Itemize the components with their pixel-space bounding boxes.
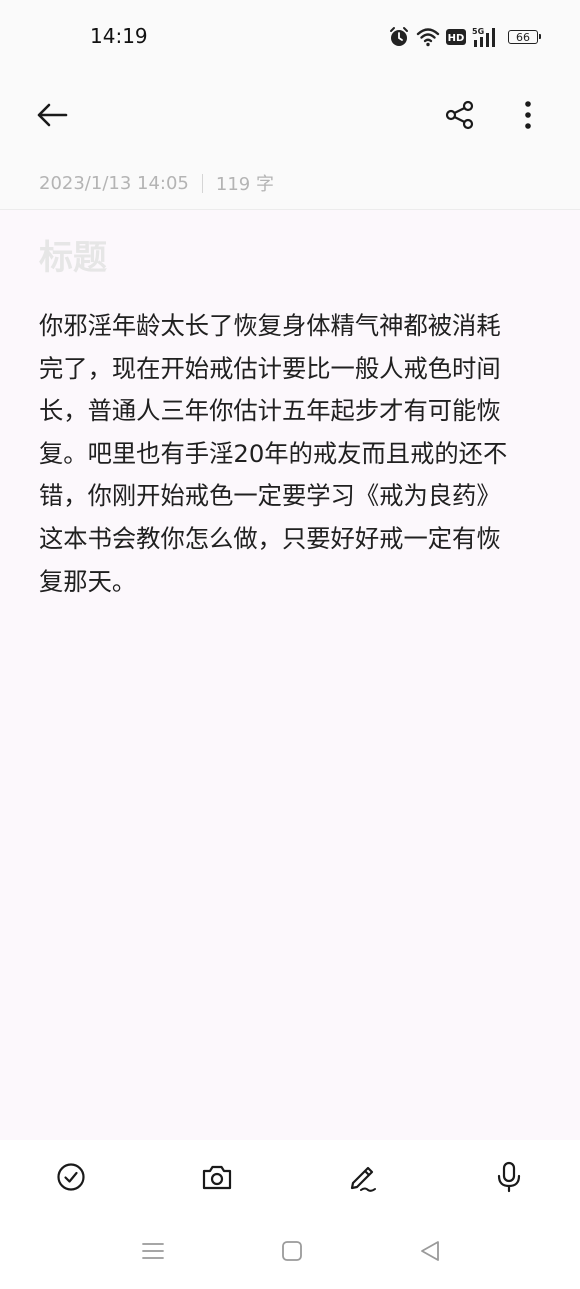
- back-nav-icon: [419, 1240, 441, 1266]
- battery-level: 66: [516, 30, 530, 44]
- back-button[interactable]: [30, 95, 74, 139]
- hd-icon: HD: [446, 29, 466, 45]
- alarm-icon: [388, 26, 410, 48]
- char-count: 119 字: [215, 174, 274, 195]
- back-arrow-icon: [36, 102, 68, 132]
- battery-icon: 66: [508, 30, 541, 44]
- share-button[interactable]: [438, 95, 482, 139]
- status-time: 14:19: [90, 24, 148, 48]
- note-meta: 2023/1/13 14:05 119 字: [39, 170, 274, 196]
- title-input[interactable]: [39, 233, 539, 283]
- network-label: 5G: [472, 27, 484, 36]
- home-button[interactable]: [272, 1233, 312, 1273]
- more-vertical-icon: [523, 100, 533, 134]
- signal-5g-icon: 5G: [472, 26, 498, 48]
- note-body-text[interactable]: 你邪淫年龄太长了恢复身体精气神都被消耗 完了，现在开始戒估计要比一般人戒色时间 …: [39, 305, 537, 603]
- checklist-icon: [56, 1162, 86, 1196]
- menu-nav-icon: [142, 1241, 164, 1265]
- header-divider: [0, 209, 580, 210]
- status-icons: HD 5G 66: [388, 24, 541, 50]
- system-back-button[interactable]: [410, 1233, 450, 1273]
- camera-button[interactable]: [195, 1157, 239, 1201]
- more-options-button[interactable]: [506, 95, 550, 139]
- note-date: 2023/1/13 14:05: [39, 172, 189, 194]
- meta-separator: [201, 173, 203, 193]
- handwriting-pen-icon: [347, 1161, 379, 1197]
- microphone-icon: [496, 1161, 522, 1197]
- share-icon: [445, 100, 475, 134]
- camera-icon: [201, 1163, 233, 1195]
- voice-input-button[interactable]: [487, 1157, 531, 1201]
- handwriting-button[interactable]: [341, 1157, 385, 1201]
- hd-label: HD: [448, 33, 465, 44]
- recent-apps-button[interactable]: [133, 1233, 173, 1273]
- wifi-icon: [416, 27, 440, 47]
- home-nav-icon: [281, 1240, 303, 1266]
- checklist-button[interactable]: [49, 1157, 93, 1201]
